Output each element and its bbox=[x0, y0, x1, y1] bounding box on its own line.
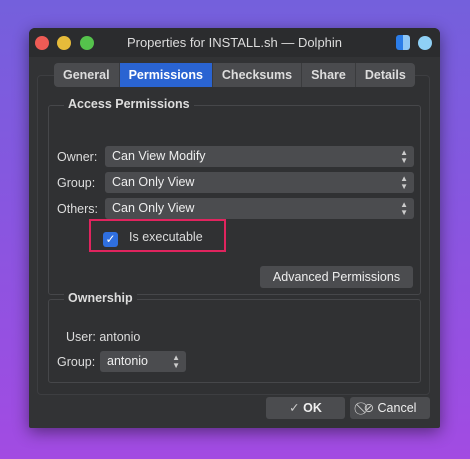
updown-icon: ▲ ▼ bbox=[400, 199, 408, 217]
properties-dialog: Properties for INSTALL.sh — Dolphin Gene… bbox=[29, 28, 440, 428]
updown-icon: ▲ ▼ bbox=[400, 173, 408, 191]
owner-group-label: Group: bbox=[57, 355, 96, 369]
tab-bar: General Permissions Checksums Share Deta… bbox=[54, 63, 415, 87]
tab-general[interactable]: General bbox=[54, 63, 120, 87]
cancel-icon: ⃠⊘ bbox=[363, 401, 378, 415]
owner-select[interactable]: Can View Modify ▲ ▼ bbox=[105, 146, 414, 167]
others-label: Others: bbox=[57, 202, 98, 216]
tab-details[interactable]: Details bbox=[356, 63, 415, 87]
tab-checksums[interactable]: Checksums bbox=[213, 63, 303, 87]
ownership-group: Ownership User: antonio Group: antonio ▲ ▼ bbox=[48, 291, 421, 383]
updown-icon: ▲ ▼ bbox=[400, 147, 408, 165]
owner-group-select[interactable]: antonio ▲ ▼ bbox=[100, 351, 186, 372]
advanced-permissions-button[interactable]: Advanced Permissions bbox=[260, 266, 413, 288]
group-value: Can Only View bbox=[112, 175, 195, 189]
tab-permissions[interactable]: Permissions bbox=[119, 63, 213, 87]
user-label: User: antonio bbox=[66, 330, 141, 344]
group-label: Group: bbox=[57, 176, 96, 190]
executable-checkbox[interactable]: ✓ bbox=[103, 232, 118, 247]
title-bar: Properties for INSTALL.sh — Dolphin bbox=[29, 28, 440, 57]
owner-label: Owner: bbox=[57, 150, 98, 164]
owner-group-value: antonio bbox=[107, 354, 149, 368]
cancel-button[interactable]: ⃠⊘ Cancel bbox=[350, 397, 430, 419]
group-title: Ownership bbox=[64, 291, 137, 305]
others-select[interactable]: Can Only View ▲ ▼ bbox=[105, 198, 414, 219]
group-title: Access Permissions bbox=[64, 97, 194, 111]
others-value: Can Only View bbox=[112, 201, 195, 215]
checkmark-icon: ✓ bbox=[289, 401, 304, 415]
ok-label: OK bbox=[303, 401, 322, 415]
menu-button[interactable] bbox=[418, 36, 432, 50]
access-permissions-group: Access Permissions Owner: Can View Modif… bbox=[48, 97, 421, 295]
group-select[interactable]: Can Only View ▲ ▼ bbox=[105, 172, 414, 193]
executable-label: Is executable bbox=[129, 230, 203, 244]
finder-icon bbox=[396, 35, 410, 50]
owner-value: Can View Modify bbox=[112, 149, 206, 163]
updown-icon: ▲ ▼ bbox=[172, 352, 180, 370]
permissions-panel: Access Permissions Owner: Can View Modif… bbox=[37, 75, 430, 395]
window-title: Properties for INSTALL.sh — Dolphin bbox=[126, 35, 343, 50]
ok-button[interactable]: ✓ OK bbox=[266, 397, 345, 419]
tab-share[interactable]: Share bbox=[302, 63, 356, 87]
cancel-label: Cancel bbox=[377, 401, 417, 415]
executable-highlight: ✓ Is executable bbox=[89, 219, 226, 252]
